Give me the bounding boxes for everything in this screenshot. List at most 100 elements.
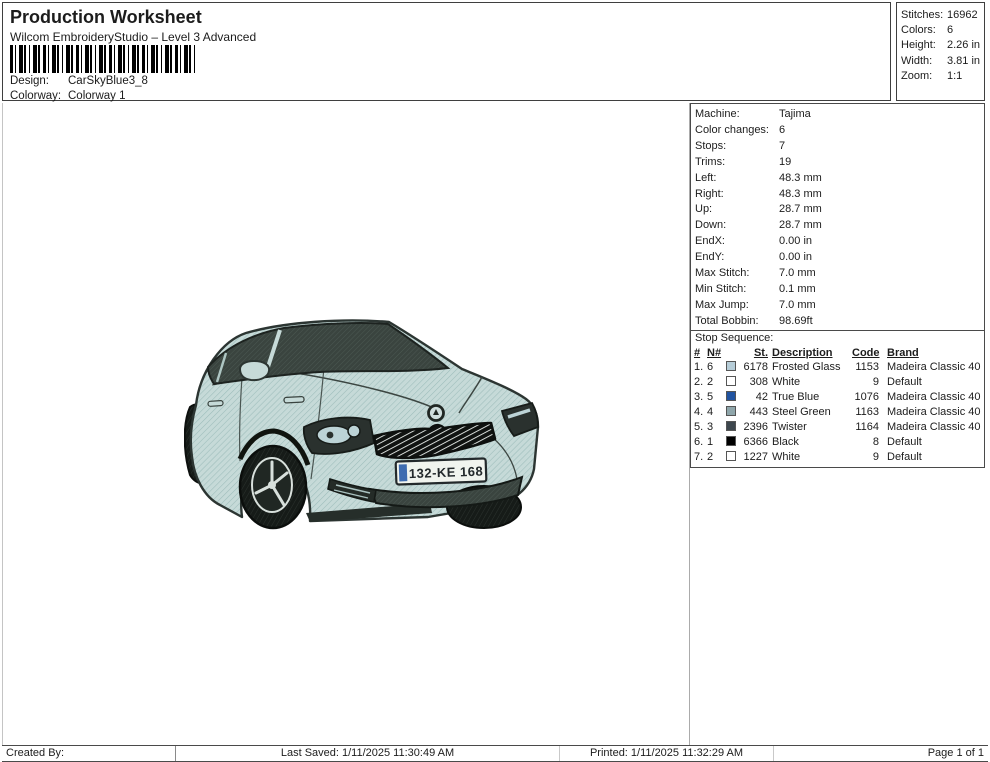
info-value: 0.00 in — [779, 251, 812, 263]
cell-description: Steel Green — [770, 405, 850, 420]
info-row: Stops:7 — [691, 139, 984, 155]
info-row: Down:28.7 mm — [691, 218, 984, 234]
info-value: 48.3 mm — [779, 172, 822, 184]
col-header-stitches: St. — [742, 346, 768, 360]
info-row: Max Jump:7.0 mm — [691, 298, 984, 314]
cell-needle: 4 — [707, 405, 724, 420]
cell-stitches: 1227 — [742, 450, 768, 465]
info-label: Total Bobbin: — [695, 314, 779, 330]
footer-bar: Created By: Last Saved: 1/11/2025 11:30:… — [2, 745, 988, 762]
cell-stitches: 6178 — [742, 360, 768, 375]
info-value: 7 — [779, 140, 785, 152]
info-value: 28.7 mm — [779, 219, 822, 231]
info-value: 0.1 mm — [779, 283, 816, 295]
cell-stitches: 42 — [742, 390, 768, 405]
cell-stitches: 6366 — [742, 435, 768, 450]
info-value: Tajima — [779, 108, 811, 120]
info-label: Max Stitch: — [695, 266, 779, 282]
summary-row: Zoom:1:1 — [901, 69, 980, 84]
stop-sequence-row: 7.2 1227White9Default — [691, 450, 984, 465]
summary-row: Stitches:16962 — [901, 8, 980, 23]
cell-needle: 6 — [707, 360, 724, 375]
info-label: Machine: — [695, 107, 779, 123]
cell-swatch — [726, 450, 740, 465]
cell-brand: Default — [881, 450, 982, 465]
info-value: 0.00 in — [779, 235, 812, 247]
cell-description: Frosted Glass — [770, 360, 850, 375]
cell-swatch — [726, 375, 740, 390]
thread-color-swatch — [726, 451, 736, 461]
info-value: 48.3 mm — [779, 188, 822, 200]
created-by-label: Created By: — [2, 746, 176, 761]
cell-swatch — [726, 435, 740, 450]
cell-brand: Madeira Classic 40 — [881, 420, 982, 435]
info-value: 7.0 mm — [779, 267, 816, 279]
cell-swatch — [726, 360, 740, 375]
stop-sequence-row: 2.2308White9Default — [691, 375, 984, 390]
info-label: Stops: — [695, 139, 779, 155]
info-label: Color changes: — [695, 123, 779, 139]
page-number-label: Page 1 of 1 — [774, 746, 988, 761]
license-plate-text: 132-KE 168 — [409, 464, 484, 482]
barcode-icon — [10, 45, 198, 73]
header-box: Production Worksheet Wilcom EmbroiderySt… — [2, 2, 891, 101]
info-row: Up:28.7 mm — [691, 202, 984, 218]
cell-stitches: 308 — [742, 375, 768, 390]
info-row: Left:48.3 mm — [691, 171, 984, 187]
cell-swatch — [726, 420, 740, 435]
info-label: Min Stitch: — [695, 282, 779, 298]
cell-description: White — [770, 450, 850, 465]
info-label: Left: — [695, 171, 779, 187]
car-embroidery-preview: 132-KE 168 — [184, 309, 546, 541]
colorway-label: Colorway: — [10, 90, 68, 102]
cell-num: 4. — [694, 405, 705, 420]
cell-num: 7. — [694, 450, 705, 465]
stop-sequence-row: 6.16366Black8Default — [691, 435, 984, 450]
stop-sequence-row: 4.4443Steel Green1163Madeira Classic 40 — [691, 405, 984, 420]
summary-value: 3.81 in — [947, 54, 980, 69]
stop-sequence-title: Stop Sequence: — [691, 330, 984, 346]
stop-sequence-row: 1.66178Frosted Glass1153Madeira Classic … — [691, 360, 984, 375]
col-header-code: Code — [852, 346, 879, 360]
cell-num: 3. — [694, 390, 705, 405]
info-label: Trims: — [695, 155, 779, 171]
info-label: Max Jump: — [695, 298, 779, 314]
info-value: 7.0 mm — [779, 299, 816, 311]
door-handle — [208, 400, 223, 406]
summary-label: Width: — [901, 54, 947, 69]
info-label: EndX: — [695, 234, 779, 250]
cell-stitches: 443 — [742, 405, 768, 420]
stop-sequence-row: 5.32396Twister1164Madeira Classic 40 — [691, 420, 984, 435]
thread-color-swatch — [726, 406, 736, 416]
info-label: Down: — [695, 218, 779, 234]
col-header-brand: Brand — [881, 346, 982, 360]
cell-needle: 2 — [707, 450, 724, 465]
cell-code: 9 — [852, 450, 879, 465]
stop-sequence-header: # N# St. Description Code Brand — [691, 346, 984, 360]
col-header-needle: N# — [707, 346, 724, 360]
cell-num: 1. — [694, 360, 705, 375]
design-summary-box: Stitches:16962 Colors:6 Height:2.26 in W… — [896, 2, 985, 101]
cell-description: Black — [770, 435, 850, 450]
summary-label: Colors: — [901, 23, 947, 38]
cell-code: 8 — [852, 435, 879, 450]
thread-color-swatch — [726, 376, 736, 386]
thread-color-swatch — [726, 436, 736, 446]
design-canvas: 132-KE 168 — [2, 103, 690, 745]
cell-code: 9 — [852, 375, 879, 390]
design-value: CarSkyBlue3_8 — [68, 75, 148, 87]
production-worksheet-page: Production Worksheet Wilcom EmbroiderySt… — [0, 0, 990, 762]
app-subtitle: Wilcom EmbroideryStudio – Level 3 Advanc… — [10, 30, 256, 44]
info-value: 28.7 mm — [779, 203, 822, 215]
page-title: Production Worksheet — [10, 7, 202, 28]
info-value: 6 — [779, 124, 785, 136]
cell-num: 2. — [694, 375, 705, 390]
info-row: Trims:19 — [691, 155, 984, 171]
info-row: Max Stitch:7.0 mm — [691, 266, 984, 282]
col-header-description: Description — [770, 346, 850, 360]
colorway-value: Colorway 1 — [68, 90, 126, 102]
summary-label: Height: — [901, 38, 947, 53]
info-row: Min Stitch:0.1 mm — [691, 282, 984, 298]
info-label: EndY: — [695, 250, 779, 266]
info-row: Color changes:6 — [691, 123, 984, 139]
